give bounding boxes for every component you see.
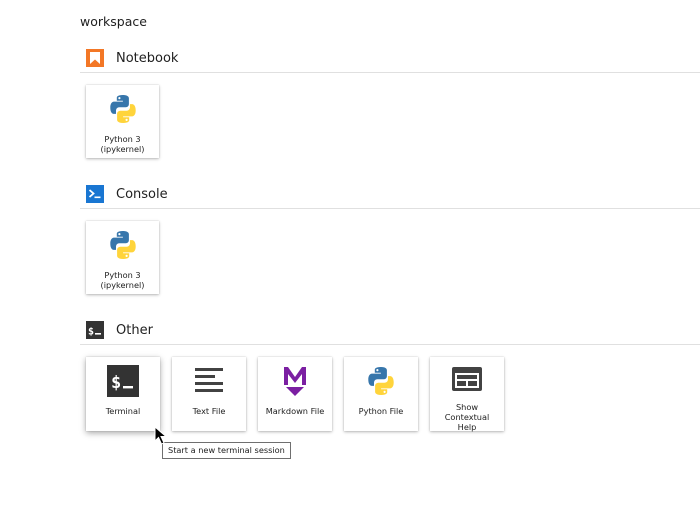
section-console: Console Python 3 (ipykernel) [80, 180, 700, 294]
python-logo-icon [105, 227, 141, 263]
terminal-icon: $ [105, 363, 141, 399]
section-title-other: Other [116, 322, 153, 338]
launcher-card-markdown-file[interactable]: Markdown File [258, 357, 332, 431]
launcher-card-notebook-python3[interactable]: Python 3 (ipykernel) [86, 85, 159, 158]
launcher: workspace Notebook Python 3 (ipykernel) … [0, 0, 700, 528]
console-icon [85, 184, 105, 204]
card-label: Show Contextual Help [444, 402, 490, 432]
card-label: Markdown File [265, 406, 325, 416]
other-cards: $ Terminal Text File Markdown File Pytho… [80, 357, 700, 432]
card-label: Python 3 (ipykernel) [100, 270, 145, 290]
text-file-icon [191, 363, 227, 399]
launcher-card-text-file[interactable]: Text File [172, 357, 246, 431]
terminal-icon: $ [85, 320, 105, 340]
section-notebook: Notebook Python 3 (ipykernel) [80, 44, 700, 158]
section-title-console: Console [116, 186, 168, 202]
launcher-card-contextual-help[interactable]: Show Contextual Help [430, 357, 504, 432]
console-cards: Python 3 (ipykernel) [80, 221, 700, 294]
svg-text:$: $ [88, 327, 94, 338]
markdown-icon [277, 363, 313, 399]
mouse-cursor-icon [154, 426, 168, 445]
launcher-card-console-python3[interactable]: Python 3 (ipykernel) [86, 221, 159, 294]
card-label: Terminal [105, 406, 141, 416]
section-header-other: $ Other [80, 316, 700, 345]
section-title-notebook: Notebook [116, 50, 179, 66]
card-label: Python 3 (ipykernel) [100, 134, 145, 154]
python-logo-icon [105, 91, 141, 127]
section-header-notebook: Notebook [80, 44, 700, 73]
launcher-card-python-file[interactable]: Python File [344, 357, 418, 431]
notebook-icon [85, 48, 105, 68]
section-other: $ Other $ Terminal Text File Markdown Fi… [80, 316, 700, 432]
section-header-console: Console [80, 180, 700, 209]
contextual-help-icon [449, 363, 485, 395]
breadcrumb[interactable]: workspace [80, 14, 147, 29]
notebook-cards: Python 3 (ipykernel) [80, 85, 700, 158]
python-logo-icon [363, 363, 399, 399]
svg-text:$: $ [111, 373, 121, 393]
tooltip: Start a new terminal session [162, 442, 291, 459]
card-label: Text File [192, 406, 226, 416]
launcher-card-terminal[interactable]: $ Terminal [86, 357, 160, 431]
card-label: Python File [358, 406, 404, 416]
